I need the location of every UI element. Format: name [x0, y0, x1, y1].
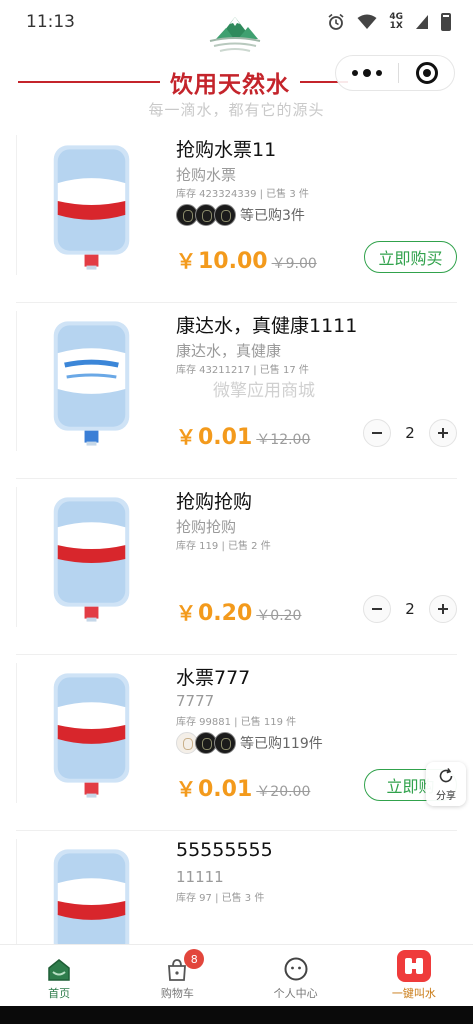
tab-order-label: 一键叫水 [391, 987, 436, 1000]
product-desc: 11111 [176, 868, 224, 886]
tab-home[interactable]: 首页 [0, 945, 118, 1006]
miniprogram-capsule [335, 55, 455, 91]
title-row: 饮用天然水 [18, 67, 348, 98]
plus-icon [438, 428, 448, 438]
product-stock: 库存 99881 | 已售 119 件 [176, 717, 297, 728]
water-bottle-image [16, 487, 130, 627]
product-list: 抢购水票11 抢购水票 库存 423324339 | 已售 3 件 等已购3件 … [0, 127, 473, 1007]
quantity-value: 2 [405, 424, 415, 442]
original-price: ￥0.20 [256, 608, 302, 624]
refresh-share-icon [439, 767, 453, 782]
buy-now-button[interactable]: 立即购买 [364, 241, 457, 273]
quantity-value: 2 [405, 600, 415, 618]
price-row: ￥0.01 ￥20.00 [176, 773, 310, 802]
original-price: ￥20.00 [256, 784, 311, 800]
product-name: 抢购水票11 [176, 139, 277, 161]
target-icon [415, 62, 438, 84]
product-card[interactable]: 康达水，真健康1111 康达水，真健康 库存 43211217 | 已售 17 … [16, 303, 457, 479]
tab-cart[interactable]: 购物车 8 [118, 945, 236, 1006]
product-card[interactable]: 抢购抢购 抢购抢购 库存 119 | 已售 2 件 ￥0.20 ￥0.20 2 [16, 479, 457, 655]
cart-count-badge: 8 [184, 949, 205, 969]
currency-symbol: ￥ [176, 249, 196, 273]
price: ￥0.20 [176, 597, 252, 626]
product-name: 康达水，真健康1111 [176, 315, 358, 337]
product-name: 水票777 [176, 667, 251, 689]
plus-icon [438, 604, 448, 614]
increment-button[interactable] [429, 419, 457, 447]
price: ￥0.01 [176, 421, 252, 450]
decrement-button[interactable] [363, 419, 391, 447]
share-button[interactable]: 分享 [426, 762, 466, 806]
water-order-icon [396, 950, 431, 982]
original-price: ￥9.00 [271, 256, 317, 272]
price: ￥10.00 [176, 245, 268, 274]
bottom-tab-bar: 首页 购物车 8 个人中心 一键叫水 [0, 944, 473, 1006]
price-value: 0.20 [198, 601, 253, 626]
more-menu-button[interactable] [336, 56, 398, 90]
product-stock: 库存 423324339 | 已售 3 件 [176, 189, 309, 200]
product-stock: 库存 119 | 已售 2 件 [176, 541, 271, 552]
increment-button[interactable] [429, 595, 457, 623]
product-card[interactable]: 水票777 7777 库存 99881 | 已售 119 件 等已购119件 ￥… [16, 655, 457, 831]
buyers-row: 等已购3件 [176, 204, 305, 226]
original-price: ￥12.00 [256, 432, 311, 448]
buyer-avatar [214, 204, 236, 226]
minus-icon [372, 432, 382, 434]
product-desc: 7777 [176, 692, 215, 710]
mountain-logo-icon [209, 17, 261, 52]
product-stock: 库存 43211217 | 已售 17 件 [176, 365, 309, 376]
buyers-row: 等已购119件 [176, 732, 323, 754]
tab-home-label: 首页 [48, 987, 71, 1000]
price-value: 0.01 [198, 425, 253, 450]
product-desc: 康达水，真健康 [176, 342, 282, 360]
price-row: ￥0.01 ￥12.00 [176, 421, 310, 450]
minus-icon [372, 608, 382, 610]
product-desc: 抢购水票 [176, 166, 237, 184]
product-desc: 抢购抢购 [176, 518, 237, 536]
decrement-button[interactable] [363, 595, 391, 623]
smiley-face-icon [284, 957, 308, 981]
product-card[interactable]: 抢购水票11 抢购水票 库存 423324339 | 已售 3 件 等已购3件 … [16, 127, 457, 303]
water-bottle-image [16, 663, 130, 803]
currency-symbol: ￥ [176, 777, 196, 801]
price-value: 10.00 [198, 249, 268, 274]
page-subtitle: 每一滴水，都有它的源头 [148, 101, 325, 119]
buyers-count: 等已购3件 [240, 208, 305, 224]
share-label: 分享 [436, 790, 456, 802]
tab-profile-label: 个人中心 [273, 987, 318, 1000]
currency-symbol: ￥ [176, 601, 196, 625]
system-nav-bar [0, 1006, 473, 1024]
product-name: 55555555 [176, 839, 273, 861]
home-icon [48, 959, 70, 981]
header: 饮用天然水 每一滴水，都有它的源头 [0, 15, 473, 119]
quantity-stepper: 2 [363, 419, 457, 447]
page-title: 饮用天然水 [170, 72, 290, 98]
tab-profile[interactable]: 个人中心 [237, 945, 355, 1006]
price-value: 0.01 [198, 777, 253, 802]
title-divider-left [18, 81, 160, 83]
price-row: ￥10.00 ￥9.00 [176, 245, 317, 274]
close-miniprogram-button[interactable] [399, 62, 454, 84]
tab-one-tap-order[interactable]: 一键叫水 [355, 945, 473, 1006]
product-name: 抢购抢购 [176, 491, 253, 513]
quantity-stepper: 2 [363, 595, 457, 623]
water-bottle-image [16, 311, 130, 451]
price-row: ￥0.20 ￥0.20 [176, 597, 301, 626]
buyer-avatar [214, 732, 236, 754]
product-stock: 库存 97 | 已售 3 件 [176, 893, 265, 904]
price: ￥0.01 [176, 773, 252, 802]
currency-symbol: ￥ [176, 425, 196, 449]
tab-cart-label: 购物车 [160, 987, 194, 1000]
buyers-count: 等已购119件 [240, 736, 323, 752]
water-bottle-image [16, 135, 130, 275]
